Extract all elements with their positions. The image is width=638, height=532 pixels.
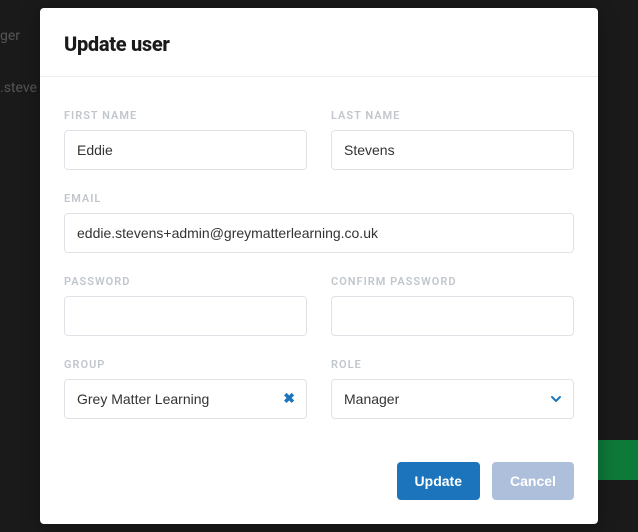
password-field: PASSWORD: [64, 275, 307, 336]
group-label: GROUP: [64, 358, 307, 371]
modal-body: FIRST NAME LAST NAME EMAIL PASSWORD CONF…: [40, 77, 598, 462]
modal-footer: Update Cancel: [40, 462, 598, 524]
modal-title: Update user: [64, 32, 574, 56]
first-name-input[interactable]: [64, 130, 307, 170]
email-input[interactable]: [64, 213, 574, 253]
password-label: PASSWORD: [64, 275, 307, 288]
role-select[interactable]: [331, 379, 574, 419]
role-field: ROLE: [331, 358, 574, 419]
clear-icon[interactable]: ✖: [283, 392, 295, 406]
email-label: EMAIL: [64, 192, 574, 205]
last-name-label: LAST NAME: [331, 109, 574, 122]
first-name-label: FIRST NAME: [64, 109, 307, 122]
confirm-password-label: CONFIRM PASSWORD: [331, 275, 574, 288]
update-user-modal: Update user FIRST NAME LAST NAME EMAIL P…: [40, 8, 598, 524]
email-field: EMAIL: [64, 192, 574, 253]
cancel-button[interactable]: Cancel: [492, 462, 574, 500]
password-input[interactable]: [64, 296, 307, 336]
update-button[interactable]: Update: [397, 462, 480, 500]
last-name-field: LAST NAME: [331, 109, 574, 170]
background-text: .steve: [0, 80, 37, 96]
modal-header: Update user: [40, 8, 598, 77]
first-name-field: FIRST NAME: [64, 109, 307, 170]
background-accent: [598, 440, 638, 480]
confirm-password-field: CONFIRM PASSWORD: [331, 275, 574, 336]
group-input[interactable]: [64, 379, 307, 419]
role-label: ROLE: [331, 358, 574, 371]
group-field: GROUP ✖: [64, 358, 307, 419]
confirm-password-input[interactable]: [331, 296, 574, 336]
last-name-input[interactable]: [331, 130, 574, 170]
background-text: ger: [0, 28, 20, 44]
